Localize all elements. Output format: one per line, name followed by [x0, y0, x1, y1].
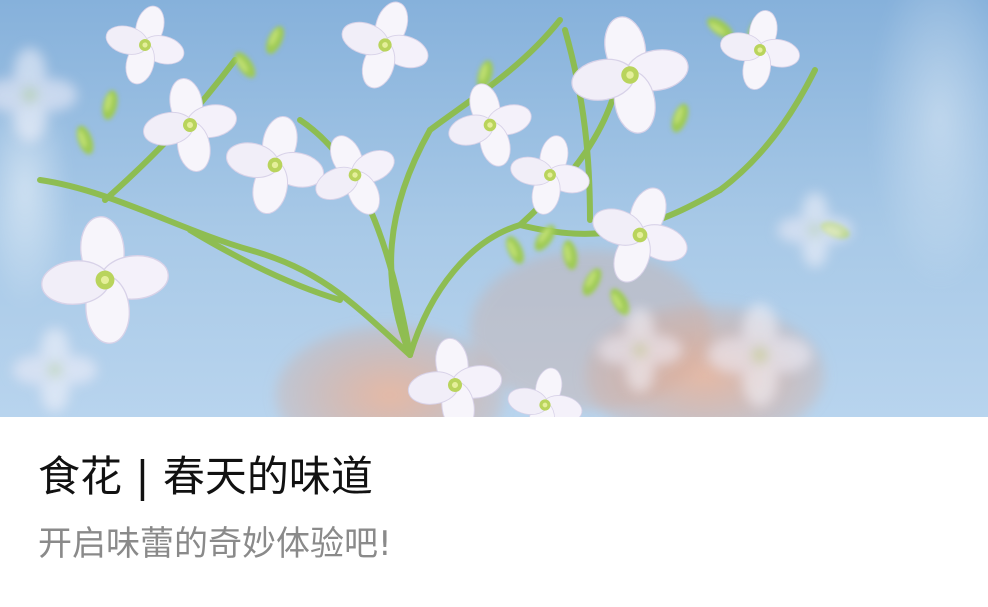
card-text: 食花 | 春天的味道 开启味蕾的奇妙体验吧! — [0, 417, 988, 607]
article-subtitle: 开启味蕾的奇妙体验吧! — [38, 524, 392, 564]
article-card[interactable]: 食花 | 春天的味道 开启味蕾的奇妙体验吧! — [0, 0, 988, 607]
article-title[interactable]: 食花 | 春天的味道 — [38, 449, 373, 505]
hero-image — [0, 0, 988, 417]
flower-illustration — [0, 0, 988, 417]
